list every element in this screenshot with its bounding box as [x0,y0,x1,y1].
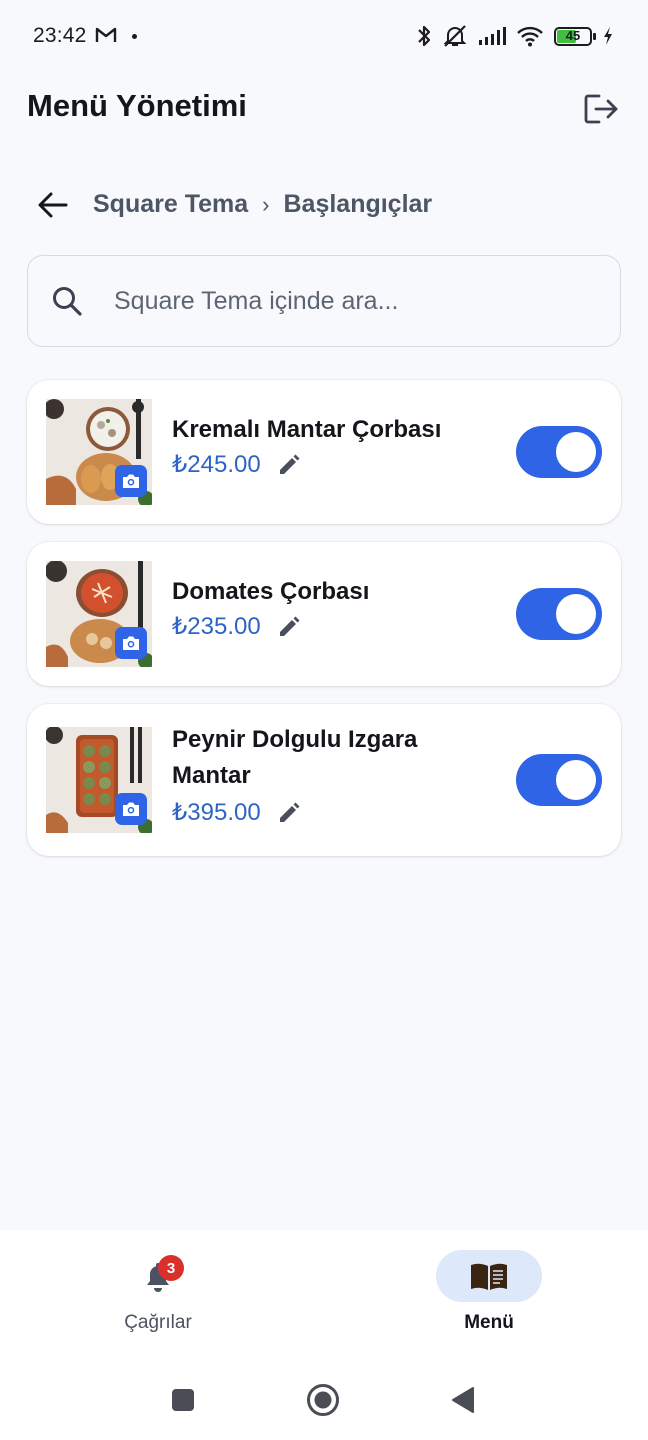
logout-icon [584,94,618,124]
availability-toggle[interactable] [516,754,602,806]
edit-price-button[interactable] [277,801,301,825]
notification-dot [132,34,137,39]
square-icon [172,1389,194,1411]
back-button[interactable] [34,186,72,224]
breadcrumb-parent[interactable]: Square Tema [93,190,248,219]
bluetooth-icon [418,25,431,47]
search-box[interactable] [27,255,621,347]
item-price: ₺235.00 [172,613,261,640]
item-photo[interactable] [46,727,152,833]
search-icon [53,287,82,316]
availability-toggle[interactable] [516,426,602,478]
nav-label-calls: Çağrılar [124,1312,192,1333]
home-circle-icon [307,1384,339,1416]
menu-item-card[interactable]: Kremalı Mantar Çorbası ₺245.00 [27,380,621,524]
nav-label-menu: Menü [464,1312,514,1333]
mute-icon [443,25,467,47]
home-button[interactable] [305,1382,341,1418]
pencil-icon [279,454,300,474]
status-bar: 23:42 45 [0,0,648,72]
item-name: Domates Çorbası [172,578,370,605]
system-navigation-bar [0,1354,648,1440]
arrow-left-icon [38,192,68,218]
calls-count-badge: 3 [158,1255,184,1281]
status-icons: 45 [416,22,614,50]
battery-icon: 45 [554,26,596,46]
camera-button[interactable] [115,465,147,497]
battery-level: 45 [565,27,581,43]
item-price-row: ₺395.00 [172,798,301,827]
signal-icon [479,27,506,45]
triangle-back-icon [452,1387,474,1413]
availability-toggle[interactable] [516,588,602,640]
nav-item-menu[interactable]: Menü [409,1230,569,1354]
menu-book-icon [471,1263,507,1290]
page-title: Menü Yönetimi [27,88,247,123]
edit-price-button[interactable] [277,453,301,477]
item-price-row: ₺245.00 [172,450,301,479]
edit-price-button[interactable] [277,615,301,639]
item-name-line-2: Mantar [172,762,251,789]
item-name: Peynir Dolgulu Izgara Mantar [172,722,417,794]
status-time: 23:42 [33,24,87,47]
pencil-icon [279,616,300,636]
pencil-icon [279,802,300,822]
nav-item-calls[interactable]: 3 Çağrılar [78,1230,238,1354]
item-name: Kremalı Mantar Çorbası [172,416,442,443]
wifi-icon [517,26,543,47]
charging-icon [604,27,612,45]
breadcrumb-separator: › [262,191,270,217]
breadcrumb: Square Tema › Başlangıçlar [93,190,432,219]
item-price: ₺245.00 [172,451,261,478]
item-price-row: ₺235.00 [172,612,301,641]
camera-button[interactable] [115,627,147,659]
gmail-icon [95,27,117,42]
breadcrumb-current: Başlangıçlar [283,190,433,218]
item-name-line-1: Peynir Dolgulu Izgara [172,726,418,753]
menu-item-card[interactable]: Peynir Dolgulu Izgara Mantar ₺395.00 [27,704,621,856]
item-photo[interactable] [46,399,152,505]
search-input[interactable] [114,286,574,316]
bottom-navigation: 3 Çağrılar Menü [0,1230,648,1354]
menu-item-card[interactable]: Domates Çorbası ₺235.00 [27,542,621,686]
camera-icon [123,802,139,816]
item-price: ₺395.00 [172,799,261,826]
logout-button[interactable] [580,90,622,128]
camera-icon [123,474,139,488]
camera-button[interactable] [115,793,147,825]
item-photo[interactable] [46,561,152,667]
back-system-button[interactable] [445,1382,481,1418]
camera-icon [123,636,139,650]
recent-apps-button[interactable] [165,1382,201,1418]
